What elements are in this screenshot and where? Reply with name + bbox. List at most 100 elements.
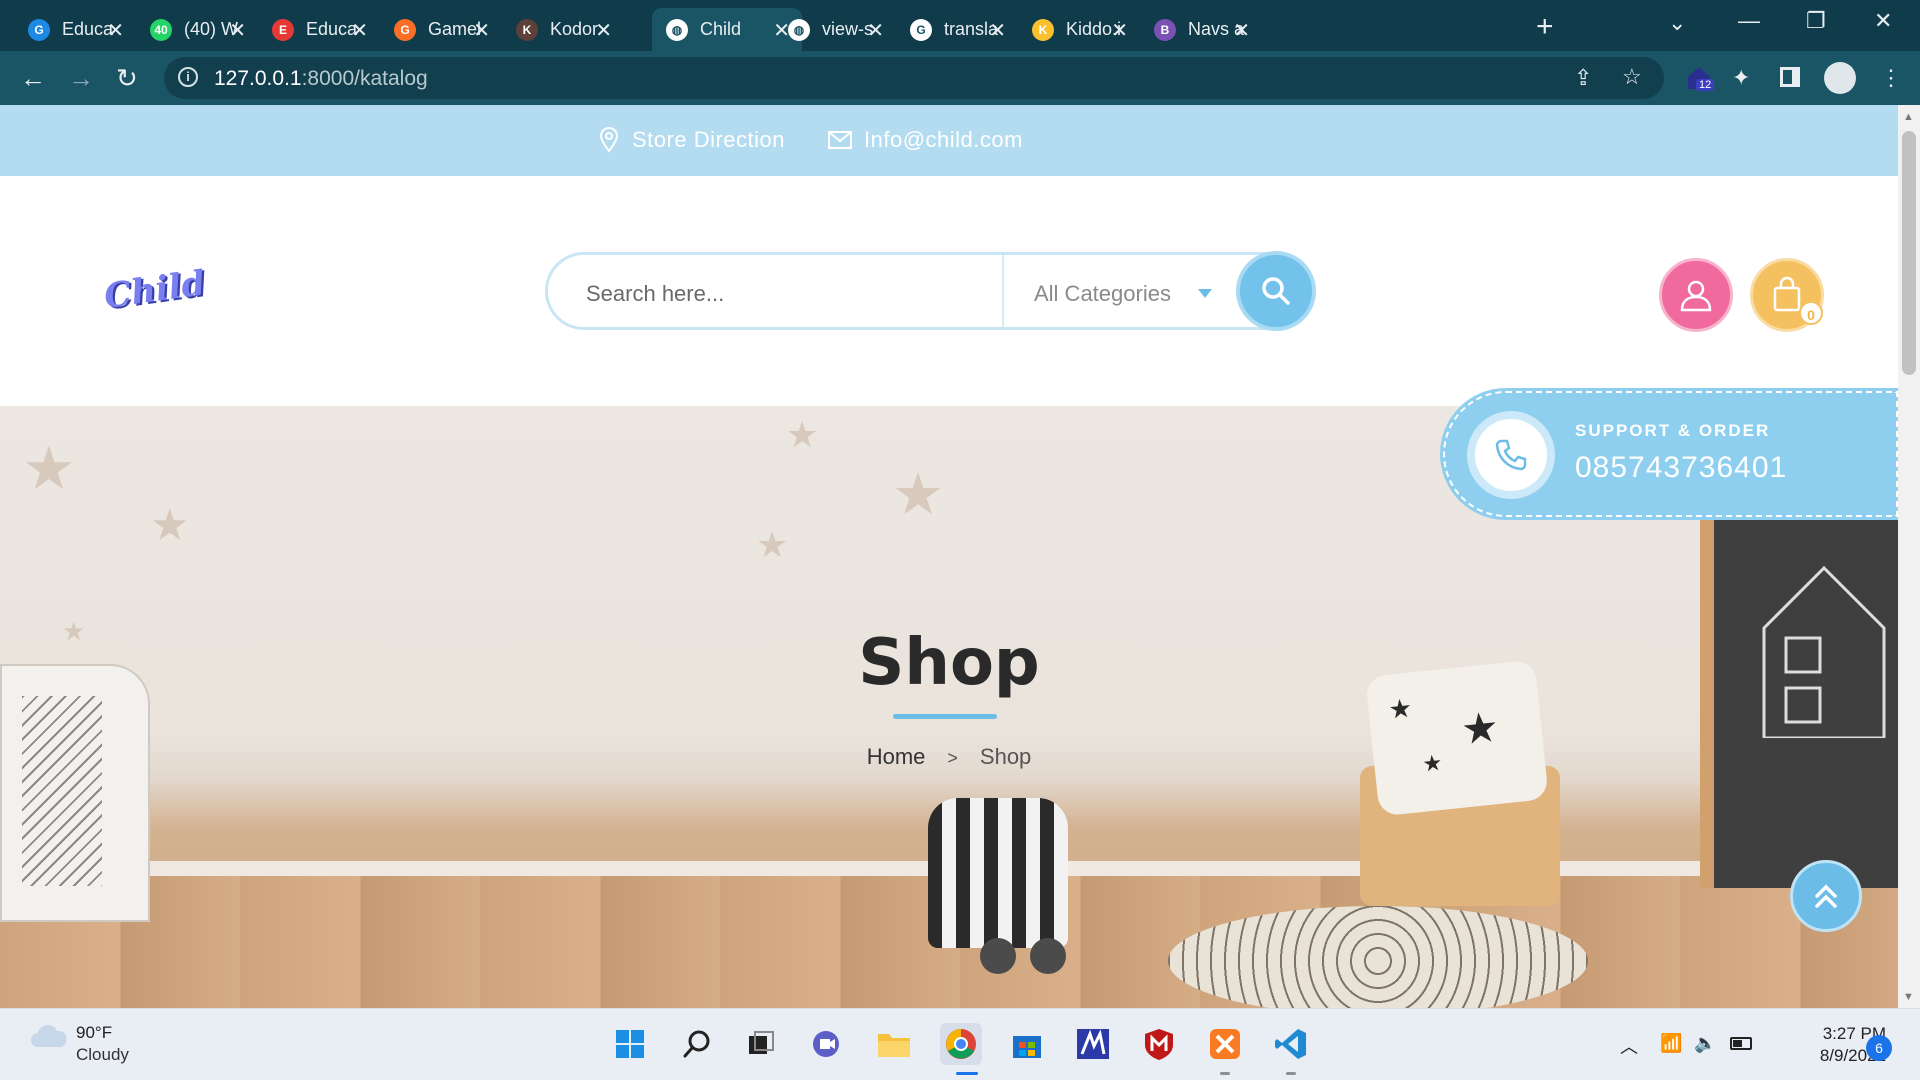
user-icon: [1680, 280, 1712, 312]
shield-icon: [1145, 1029, 1173, 1060]
xampp-button[interactable]: [1204, 1023, 1246, 1065]
store-direction-label: Store Direction: [632, 127, 786, 152]
chat-camera-icon: [813, 1031, 839, 1057]
round-rug-image: [1168, 906, 1588, 1008]
vscode-icon: [1275, 1029, 1306, 1059]
browser-tab[interactable]: B Navs a ✕: [1140, 8, 1262, 51]
close-tab-icon[interactable]: ✕: [229, 18, 246, 43]
browser-tab[interactable]: K Kodor ✕: [502, 8, 624, 51]
decor-star-icon: ★: [22, 435, 76, 502]
close-tab-icon[interactable]: ✕: [107, 18, 124, 43]
scrollbar-thumb[interactable]: [1902, 131, 1916, 375]
educa-icon: G: [28, 18, 50, 41]
close-tab-icon[interactable]: ✕: [1233, 18, 1250, 43]
wifi-icon[interactable]: 📶: [1660, 1033, 1682, 1054]
search-input[interactable]: Search here...: [586, 281, 724, 307]
tray-overflow-chevron-icon[interactable]: ︿: [1620, 1033, 1638, 1059]
volume-icon[interactable]: 🔈: [1694, 1033, 1716, 1054]
browser-tab[interactable]: Gtransla ✕: [896, 8, 1018, 51]
chrome-menu-icon[interactable]: ⋮: [1880, 65, 1902, 91]
puzzle-extensions-icon[interactable]: ✦: [1732, 65, 1750, 91]
extension-icon[interactable]: 12: [1684, 63, 1715, 93]
decor-star-icon: ★: [892, 462, 944, 527]
toy-wheel: [980, 938, 1016, 974]
close-tab-icon[interactable]: ✕: [473, 18, 490, 43]
gitlab-icon: G: [394, 18, 416, 41]
browser-tab[interactable]: G Gamel ✕: [380, 8, 502, 51]
scroll-up-icon[interactable]: ▲: [1903, 111, 1914, 123]
url-text[interactable]: 127.0.0.1:8000/katalog: [214, 67, 428, 91]
bookmark-star-icon[interactable]: ☆: [1622, 64, 1642, 90]
page-title: Shop: [858, 626, 1040, 700]
editor-app-button[interactable]: [1072, 1023, 1114, 1065]
side-panel-icon[interactable]: [1780, 67, 1800, 87]
globe-icon: ◍: [666, 18, 688, 41]
decor-star-icon: ★: [786, 414, 819, 455]
close-window-button[interactable]: ✕: [1874, 8, 1892, 34]
close-tab-icon[interactable]: ✕: [867, 18, 884, 43]
browser-tab[interactable]: 40 (40) W ✕: [136, 8, 258, 51]
browser-tab[interactable]: G Educa ✕: [14, 8, 136, 51]
support-phone[interactable]: 085743736401: [1575, 451, 1787, 485]
close-tab-icon[interactable]: ✕: [351, 18, 368, 43]
vscode-button[interactable]: [1270, 1023, 1312, 1065]
chrome-taskbar-button[interactable]: [940, 1023, 982, 1065]
breadcrumb-home-link[interactable]: Home: [867, 744, 926, 769]
search-divider: [1002, 255, 1004, 327]
phone-icon: [1495, 439, 1527, 471]
contact-topbar: Store Direction Info@child.com: [0, 105, 1898, 176]
close-tab-icon[interactable]: ✕: [989, 18, 1006, 43]
mail-icon: [828, 131, 852, 149]
new-tab-button[interactable]: +: [1536, 10, 1554, 44]
share-icon[interactable]: ⇪: [1574, 65, 1592, 91]
weather-widget[interactable]: 90°F Cloudy: [30, 1023, 129, 1064]
site-info-icon[interactable]: i: [178, 67, 198, 87]
toy-wheel: [1030, 938, 1066, 974]
tab-search-chevron-icon[interactable]: ⌄: [1668, 10, 1686, 36]
mcafee-button[interactable]: [1138, 1023, 1180, 1065]
back-to-top-button[interactable]: [1790, 860, 1862, 932]
battery-icon[interactable]: [1730, 1037, 1752, 1050]
whatsapp-icon: 40: [150, 18, 172, 41]
category-caret-icon[interactable]: [1198, 289, 1212, 298]
page-scrollbar[interactable]: ▲ ▼: [1898, 105, 1920, 1008]
breadcrumb-current: Shop: [979, 744, 1032, 769]
teams-chat-button[interactable]: [806, 1023, 848, 1065]
notification-badge[interactable]: 6: [1866, 1035, 1892, 1061]
breadcrumb-chevron-icon: >: [947, 748, 958, 768]
close-tab-icon[interactable]: ✕: [595, 18, 612, 43]
search-bar: Search here... All Categories: [545, 251, 1316, 331]
cart-button[interactable]: 0: [1750, 258, 1824, 332]
store-button[interactable]: [1006, 1023, 1048, 1065]
restore-button[interactable]: ❐: [1806, 8, 1826, 34]
folder-icon: [878, 1034, 910, 1057]
search-button[interactable]: [1236, 251, 1316, 331]
close-tab-icon[interactable]: ✕: [1111, 18, 1128, 43]
email-link[interactable]: Info@child.com: [828, 127, 1023, 153]
category-select[interactable]: All Categories: [1034, 281, 1171, 307]
back-arrow-icon[interactable]: ←: [20, 63, 46, 94]
minimize-button[interactable]: —: [1738, 8, 1760, 34]
file-explorer-button[interactable]: [873, 1023, 915, 1065]
bootstrap-icon: B: [1154, 18, 1176, 41]
start-button[interactable]: [609, 1023, 651, 1065]
url-host: 127.0.0.1: [214, 67, 302, 90]
vscode-running-indicator: [1286, 1072, 1296, 1075]
kiddo-icon: K: [1032, 18, 1054, 41]
browser-tab[interactable]: K Kiddo.i ✕: [1018, 8, 1140, 51]
browser-tab[interactable]: ◍ view-s ✕: [774, 8, 896, 51]
account-button[interactable]: [1659, 258, 1733, 332]
site-logo[interactable]: Child: [102, 263, 208, 317]
reload-icon[interactable]: ↻: [116, 63, 138, 94]
m-logo-icon: [1077, 1029, 1109, 1059]
forward-arrow-icon[interactable]: →: [68, 63, 94, 94]
support-order-widget[interactable]: SUPPORT & ORDER 085743736401: [1443, 391, 1898, 517]
browser-tab[interactable]: E Educa ✕: [258, 8, 380, 51]
scroll-down-icon[interactable]: ▼: [1903, 991, 1914, 1003]
profile-avatar[interactable]: [1824, 62, 1856, 94]
store-direction-link[interactable]: Store Direction: [598, 127, 785, 153]
task-view-button[interactable]: [740, 1023, 782, 1065]
search-taskbar-button[interactable]: [676, 1023, 718, 1065]
address-bar[interactable]: i 127.0.0.1:8000/katalog ⇪ ☆: [164, 57, 1664, 99]
url-path: :8000/katalog: [301, 67, 428, 90]
